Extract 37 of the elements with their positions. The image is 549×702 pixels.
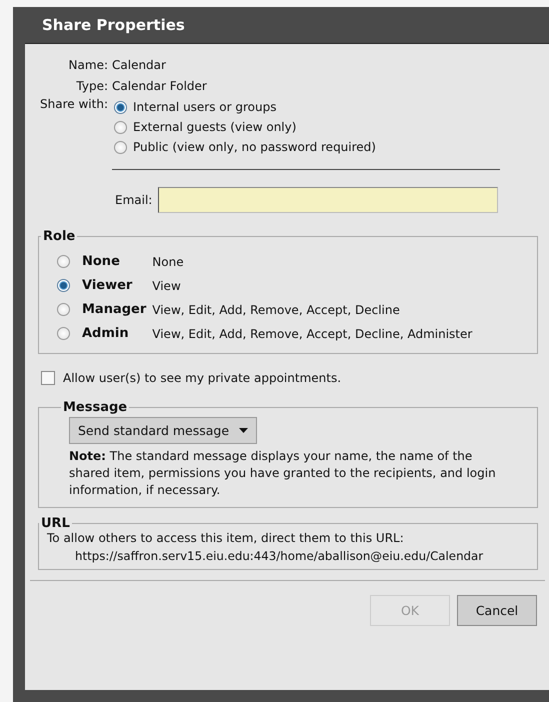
name-label: Name: <box>68 58 108 72</box>
role-name: Admin <box>82 326 130 341</box>
option-label: Public (view only, no password required) <box>133 140 376 154</box>
message-dropdown[interactable]: Send standard message <box>69 417 258 444</box>
dialog-title: Share Properties <box>42 16 185 34</box>
email-label: Email: <box>115 193 152 207</box>
role-permissions: View, Edit, Add, Remove, Accept, Decline <box>152 302 401 316</box>
url-instructions: To allow others to access this item, direct them to this URL: <box>47 531 405 545</box>
option-label: Internal users or groups <box>133 100 276 114</box>
radio-button[interactable] <box>57 255 70 268</box>
role-permissions: View, Edit, Add, Remove, Accept, Decline, Administer <box>152 326 474 340</box>
message-legend: Message <box>61 400 130 415</box>
radio-button[interactable] <box>114 100 127 114</box>
role-name: None <box>82 254 121 269</box>
role-name: Manager <box>82 302 146 317</box>
radio-button[interactable] <box>57 279 70 292</box>
email-field[interactable] <box>158 187 498 213</box>
role-permissions: View <box>152 278 182 292</box>
type-label: Type: <box>75 78 108 92</box>
radio-button[interactable] <box>114 120 127 134</box>
note-text: Note: The standard message displays your name, the name of the shared item, permissions you have granted to the recipients, and login information, if necessary. <box>69 448 497 499</box>
url-legend: URL <box>39 516 72 531</box>
option-label: External guests (view only) <box>133 120 296 134</box>
role-legend: Role <box>41 229 78 244</box>
type-value: Calendar Folder <box>112 78 207 92</box>
radio-button[interactable] <box>114 140 127 154</box>
share-with-label: Share with: <box>39 97 108 111</box>
share-url: https://saffron.serv15.eiu.edu:443/home/aballison@eiu.edu/Calendar <box>74 549 484 563</box>
role-name: Viewer <box>82 278 134 293</box>
role-permissions: None <box>152 254 185 268</box>
name-value: Calendar <box>112 58 166 72</box>
radio-button[interactable] <box>57 327 70 340</box>
checkbox-label: Allow user(s) to see my private appointments. <box>63 371 342 385</box>
radio-button[interactable] <box>57 303 70 316</box>
checkbox[interactable] <box>41 371 55 385</box>
caret-icon <box>239 428 248 433</box>
dialog-button[interactable]: Cancel <box>457 595 537 626</box>
